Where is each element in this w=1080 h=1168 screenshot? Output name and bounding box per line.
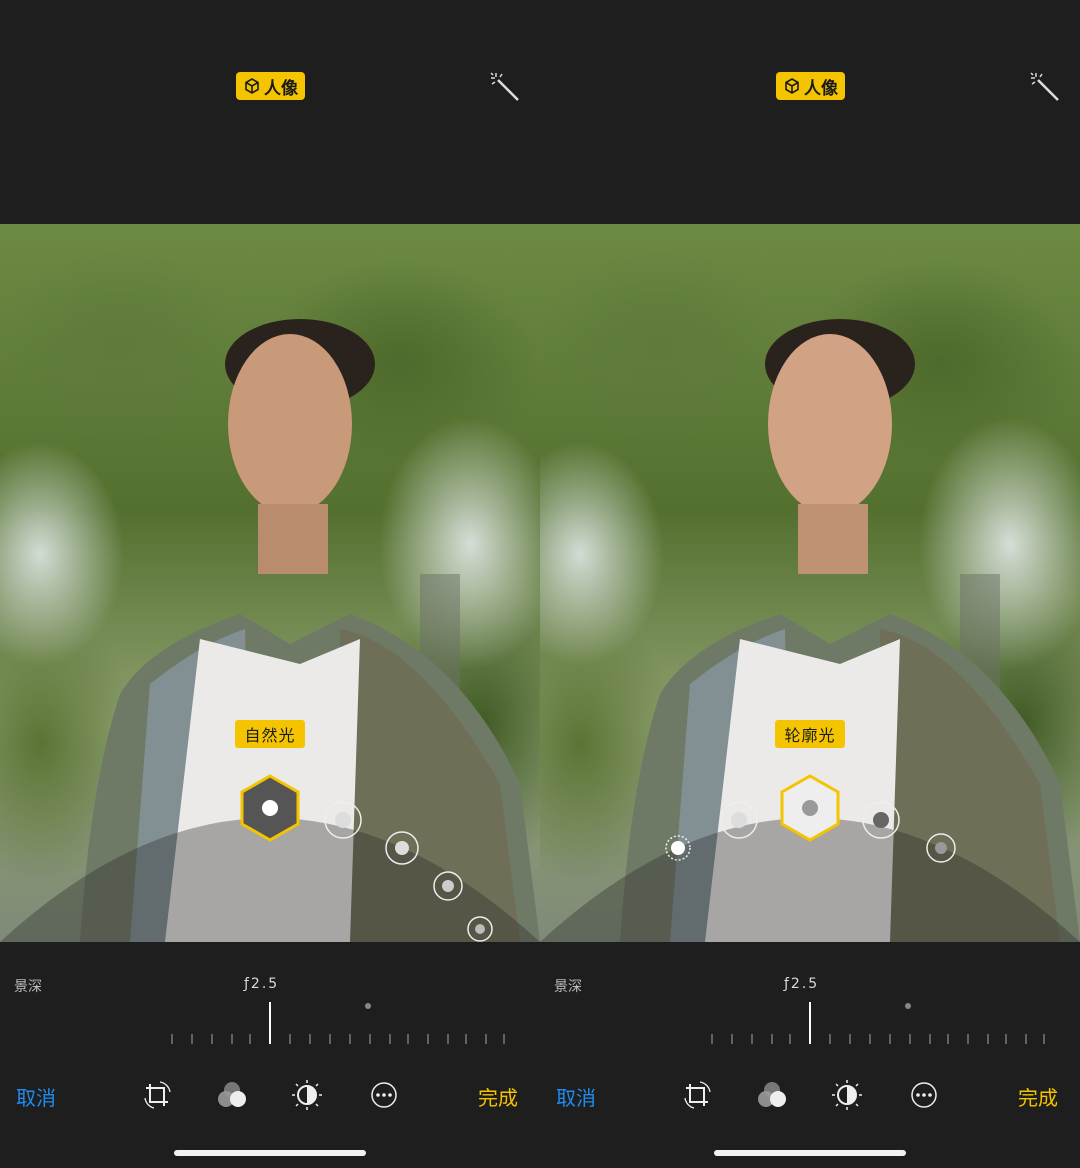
lighting-wheel[interactable] bbox=[540, 764, 1080, 942]
stage-light-option[interactable] bbox=[433, 871, 463, 901]
stage-light-mono-option[interactable] bbox=[926, 833, 956, 863]
studio-light-option[interactable] bbox=[324, 801, 362, 839]
contour-light-option[interactable] bbox=[780, 774, 840, 842]
home-indicator[interactable] bbox=[714, 1150, 906, 1156]
stage-light-mono-option[interactable] bbox=[467, 916, 493, 942]
cube-icon bbox=[245, 78, 259, 94]
aperture-value: ƒ2.5 bbox=[784, 976, 820, 992]
portrait-mode-badge[interactable]: 人像 bbox=[776, 72, 845, 100]
editor-panel-left: 人像 自然光 景深 ƒ2.5 取消 完成 bbox=[0, 0, 540, 1168]
lighting-wheel[interactable] bbox=[0, 764, 540, 942]
portrait-mode-label: 人像 bbox=[804, 78, 838, 99]
done-button[interactable]: 完成 bbox=[1018, 1082, 1058, 1111]
depth-slider[interactable] bbox=[160, 1000, 520, 1048]
portrait-photo: 自然光 bbox=[0, 224, 540, 942]
crop-rotate-icon[interactable] bbox=[140, 1078, 174, 1112]
lighting-effect-label: 轮廓光 bbox=[775, 720, 845, 748]
aperture-value: ƒ2.5 bbox=[244, 976, 280, 992]
home-indicator[interactable] bbox=[174, 1150, 366, 1156]
portrait-mode-label: 人像 bbox=[264, 78, 298, 99]
more-icon[interactable] bbox=[367, 1078, 401, 1112]
magic-wand-icon[interactable] bbox=[1028, 70, 1062, 104]
adjust-icon[interactable] bbox=[290, 1078, 324, 1112]
depth-label: 景深 bbox=[554, 979, 582, 995]
magic-wand-icon[interactable] bbox=[488, 70, 522, 104]
done-button[interactable]: 完成 bbox=[478, 1082, 518, 1111]
adjust-icon[interactable] bbox=[830, 1078, 864, 1112]
editor-panel-right: 人像 轮廓光 景深 ƒ2.5 取消 完成 bbox=[540, 0, 1080, 1168]
filters-icon[interactable] bbox=[755, 1078, 789, 1112]
depth-label: 景深 bbox=[14, 979, 42, 995]
cube-icon bbox=[785, 78, 799, 94]
cancel-button[interactable]: 取消 bbox=[556, 1082, 596, 1111]
natural-light-option[interactable] bbox=[240, 774, 300, 842]
portrait-mode-badge[interactable]: 人像 bbox=[236, 72, 305, 100]
lighting-effect-label: 自然光 bbox=[235, 720, 305, 748]
more-icon[interactable] bbox=[907, 1078, 941, 1112]
filters-icon[interactable] bbox=[215, 1078, 249, 1112]
stage-light-option[interactable] bbox=[862, 801, 900, 839]
natural-light-option[interactable] bbox=[665, 835, 691, 861]
contour-light-option[interactable] bbox=[385, 831, 419, 865]
crop-rotate-icon[interactable] bbox=[680, 1078, 714, 1112]
studio-light-option[interactable] bbox=[720, 801, 758, 839]
portrait-photo: 轮廓光 bbox=[540, 224, 1080, 942]
depth-slider[interactable] bbox=[700, 1000, 1060, 1048]
cancel-button[interactable]: 取消 bbox=[16, 1082, 56, 1111]
